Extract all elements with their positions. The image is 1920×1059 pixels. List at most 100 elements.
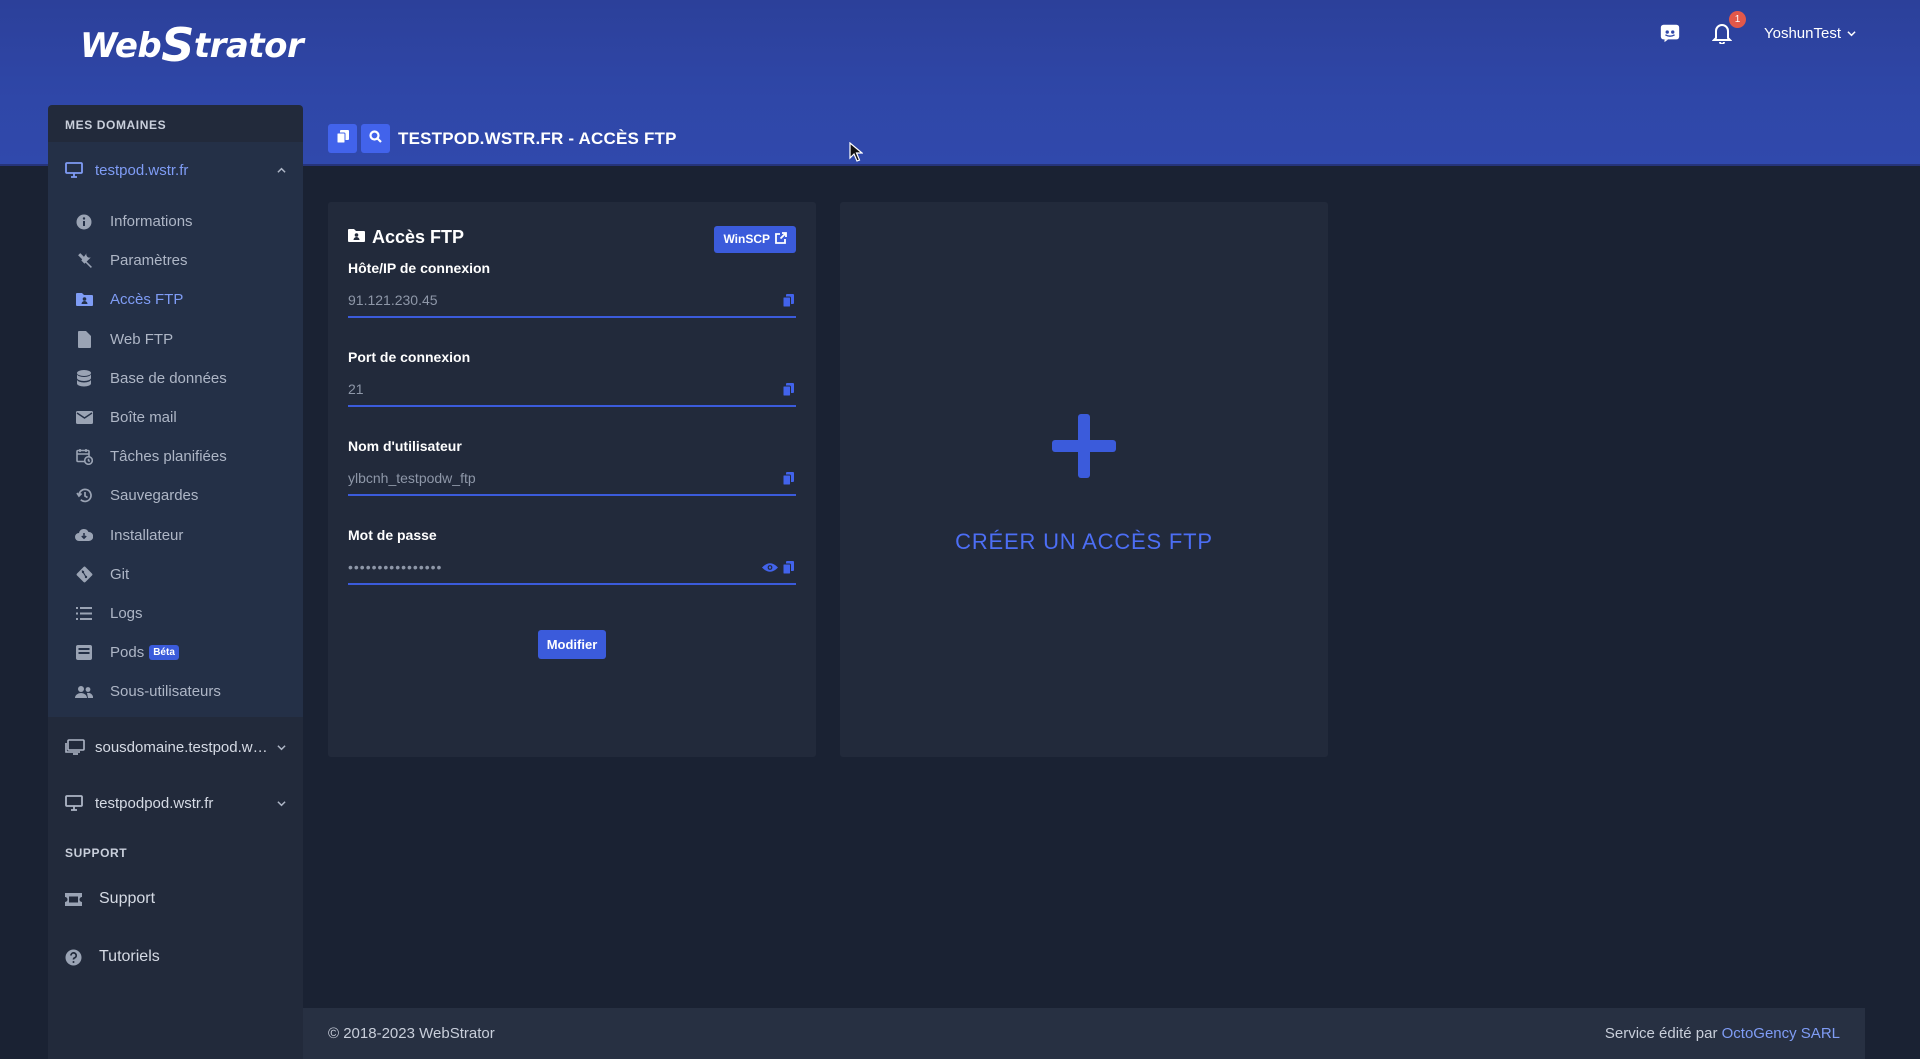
mouse-cursor-icon [849,141,864,167]
beta-badge: Béta [149,645,179,661]
ticket-icon [65,892,85,906]
folder-user-icon [348,227,365,248]
search-button[interactable] [361,124,390,153]
cloud-download-icon [74,528,94,542]
sidebar-item-label: Sauvegardes [110,487,199,505]
sidebar-item-label: Installateur [110,526,184,544]
card-title-text: Accès FTP [372,226,465,247]
page-title: TESTPOD.WSTR.FR - ACCÈS FTP [398,128,677,148]
user-menu[interactable]: YoshunTest [1764,25,1856,42]
sidebar-item-web-ftp[interactable]: Web FTP [48,320,303,359]
host-input[interactable] [348,292,774,308]
question-icon [65,949,85,966]
sidebar-item-installateur[interactable]: Installateur [48,516,303,555]
footer-copyright: © 2018-2023 WebStrator [328,1025,495,1042]
modify-button[interactable]: Modifier [537,630,607,659]
sidebar-item-base-de-donnees[interactable]: Base de données [48,359,303,398]
sidebar-item-sauvegardes[interactable]: Sauvegardes [48,476,303,515]
sidebar-item-informations[interactable]: Informations [48,202,303,241]
notification-badge: 1 [1728,11,1746,28]
winscp-button[interactable]: WinSCP [714,225,796,253]
monitor-icon [65,795,85,812]
pod-icon [74,645,94,661]
bell-icon[interactable]: 1 [1710,11,1746,45]
sidebar-item-label: Paramètres [110,252,188,270]
sidebar-item-git[interactable]: Git [48,555,303,594]
file-icon [74,330,94,348]
sidebar-item-label: Accès FTP [110,291,184,309]
password-label: Mot de passe [348,527,437,543]
copy-icon[interactable] [780,560,796,574]
sidebar-item-label: Pods [110,644,145,662]
page-titlebar: TESTPOD.WSTR.FR - ACCÈS FTP [328,124,677,153]
winscp-label: WinSCP [723,232,770,246]
port-field: Port de connexion [348,349,796,434]
copy-icon[interactable] [780,471,796,485]
copy-icon[interactable] [780,293,796,307]
port-label: Port de connexion [348,349,471,365]
sidebar-item-label: Web FTP [110,330,174,348]
folder-user-icon [74,292,94,307]
info-icon [74,214,94,230]
copy-icon[interactable] [780,382,796,396]
sidebar-item-pods[interactable]: Pods Béta [48,633,303,672]
sidebar-item-tutoriels[interactable]: Tutoriels [48,928,303,986]
sidebar-item-acces-ftp[interactable]: Accès FTP [48,280,303,319]
domain-testpod[interactable]: testpod.wstr.fr [48,142,303,198]
chevron-down-icon [272,799,286,808]
password-field: Mot de passe [348,527,796,612]
footer-company-link[interactable]: OctoGency SARL [1722,1025,1840,1042]
calendar-clock-icon [74,448,94,466]
webstrator-logo[interactable]: WebStrator [80,14,304,72]
host-field: Hôte/IP de connexion [348,260,796,345]
sidebar-item-label: Git [110,565,130,583]
monitor-icon [65,739,85,756]
sidebar-item-label: Support [99,890,156,908]
chevron-down-icon [1847,25,1856,42]
copy-icon [336,129,349,148]
logo-text-pre: Web [80,26,162,66]
sidebar-item-boite-mail[interactable]: Boîte mail [48,398,303,437]
database-icon [74,369,94,387]
chevron-down-icon [272,743,286,752]
sidebar-item-label: Base de données [110,369,227,387]
host-label: Hôte/IP de connexion [348,260,491,276]
monitor-icon [65,162,85,178]
discord-icon[interactable] [1658,21,1682,45]
envelope-icon [74,411,94,425]
chevron-up-icon [272,166,286,175]
logo-text-post: trator [193,26,304,66]
sidebar-item-label: Tutoriels [99,948,160,966]
sidebar: MES DOMAINES testpod.wstr.fr Information… [48,105,303,1059]
sidebar-item-label: Sous-utilisateurs [110,683,221,701]
footer-edited-by: Service édité par [1604,1025,1718,1042]
domain-sousdomaine[interactable]: sousdomaine.testpod.wstr.fr [48,719,303,775]
search-icon [369,129,382,148]
password-input[interactable] [348,559,756,575]
domain-submenu: Informations Paramètres Accès FTP Web FT… [48,198,303,718]
copy-button[interactable] [328,124,357,153]
eye-icon[interactable] [762,562,778,573]
domain-label: testpodpod.wstr.fr [95,794,214,812]
create-ftp-label: CRÉER UN ACCÈS FTP [955,529,1213,554]
ftp-access-card: Accès FTP WinSCP Hôte/IP de connexion Po… [328,202,816,757]
sidebar-item-logs[interactable]: Logs [48,594,303,633]
tools-icon [74,252,94,269]
sidebar-item-support[interactable]: Support [48,870,303,928]
sidebar-item-sous-utilisateurs[interactable]: Sous-utilisateurs [48,672,303,711]
username-input[interactable] [348,470,774,486]
sidebar-item-label: Informations [110,213,193,231]
sidebar-item-taches-planifiees[interactable]: Tâches planifiées [48,437,303,476]
port-input[interactable] [348,381,774,397]
create-ftp-card[interactable]: CRÉER UN ACCÈS FTP [840,202,1328,757]
sidebar-item-label: Tâches planifiées [110,448,227,466]
domain-testpodpod[interactable]: testpodpod.wstr.fr [48,775,303,831]
user-name: YoshunTest [1763,24,1841,42]
sidebar-item-label: Boîte mail [110,409,177,427]
sidebar-section-support: SUPPORT [65,846,128,861]
header-actions: 1 YoshunTest [1658,11,1856,48]
sidebar-item-parametres[interactable]: Paramètres [48,241,303,280]
external-link-icon [775,231,787,247]
logo-text-s: S [161,18,194,72]
users-icon [74,685,94,699]
